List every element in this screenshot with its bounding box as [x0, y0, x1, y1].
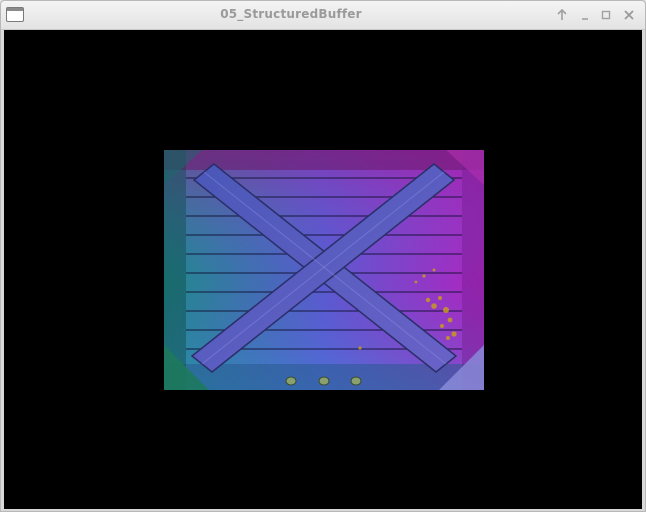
title-bar[interactable]: 05_StructuredBuffer: [1, 1, 645, 30]
minimize-icon[interactable]: [577, 6, 593, 24]
window-icon[interactable]: [6, 7, 24, 22]
close-icon[interactable]: [621, 6, 637, 24]
arrow-up-icon[interactable]: [554, 6, 570, 24]
window-title: 05_StructuredBuffer: [220, 7, 362, 21]
application-window: 05_StructuredBuffer: [0, 0, 646, 512]
render-viewport[interactable]: [4, 30, 642, 509]
wooden-crate-texture: [164, 150, 484, 390]
maximize-icon[interactable]: [598, 6, 614, 24]
